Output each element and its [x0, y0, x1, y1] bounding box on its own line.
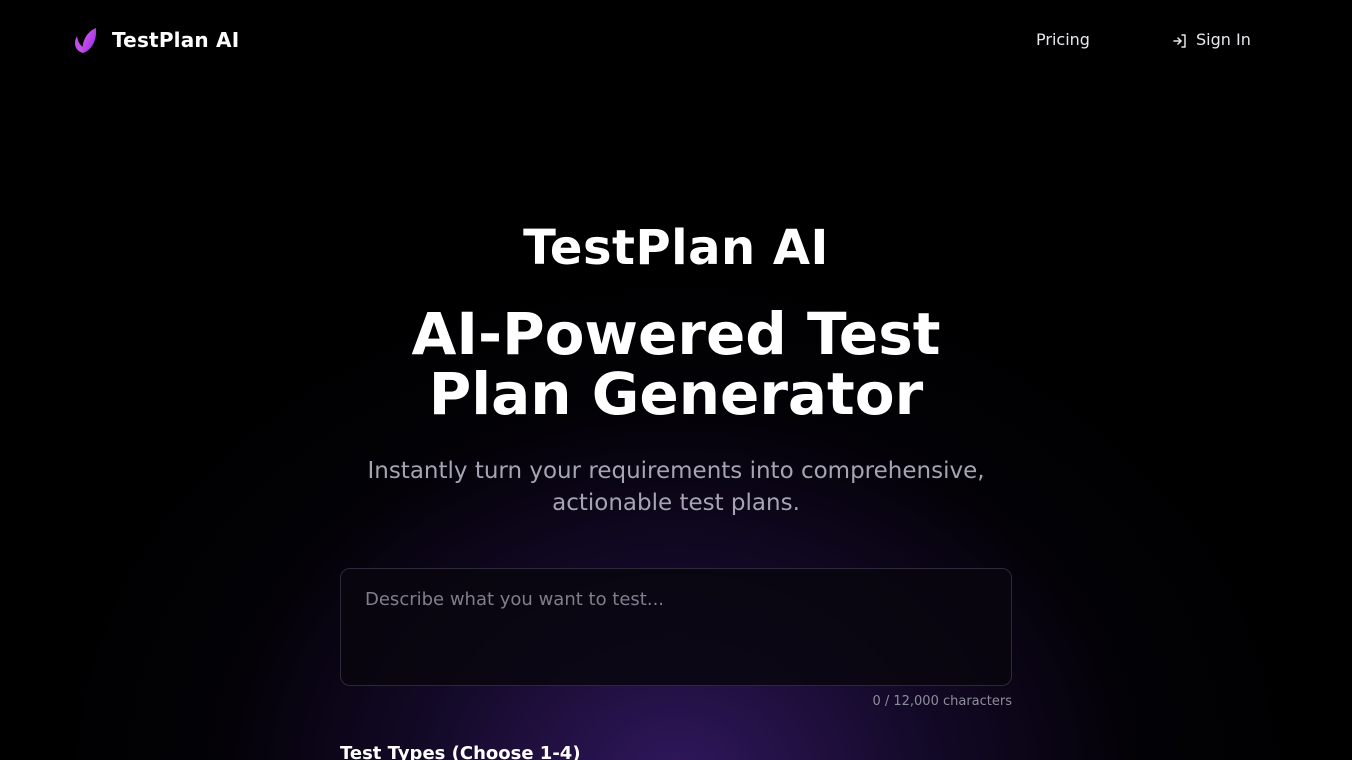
- sign-in-label: Sign In: [1196, 30, 1251, 49]
- requirements-input[interactable]: [341, 569, 1011, 685]
- page-title: AI-Powered Test Plan Generator: [411, 300, 941, 428]
- hero-brand-heading: TestPlan AI: [523, 220, 829, 276]
- nav-pricing-link[interactable]: Pricing: [1036, 28, 1090, 52]
- top-navbar: TestPlan AI Pricing Sign In: [0, 0, 1352, 80]
- test-types-label: Test Types (Choose 1-4): [340, 743, 581, 760]
- leaf-flame-icon: [72, 26, 98, 54]
- character-counter: 0 / 12,000 characters: [872, 694, 1012, 709]
- hero-subtitle: Instantly turn your requirements into co…: [367, 458, 985, 516]
- requirements-input-container: [340, 568, 1012, 686]
- sign-in-button[interactable]: Sign In: [1172, 28, 1251, 52]
- brand-home-link[interactable]: TestPlan AI: [72, 24, 239, 56]
- brand-name: TestPlan AI: [112, 28, 240, 52]
- login-arrow-icon: [1172, 32, 1188, 48]
